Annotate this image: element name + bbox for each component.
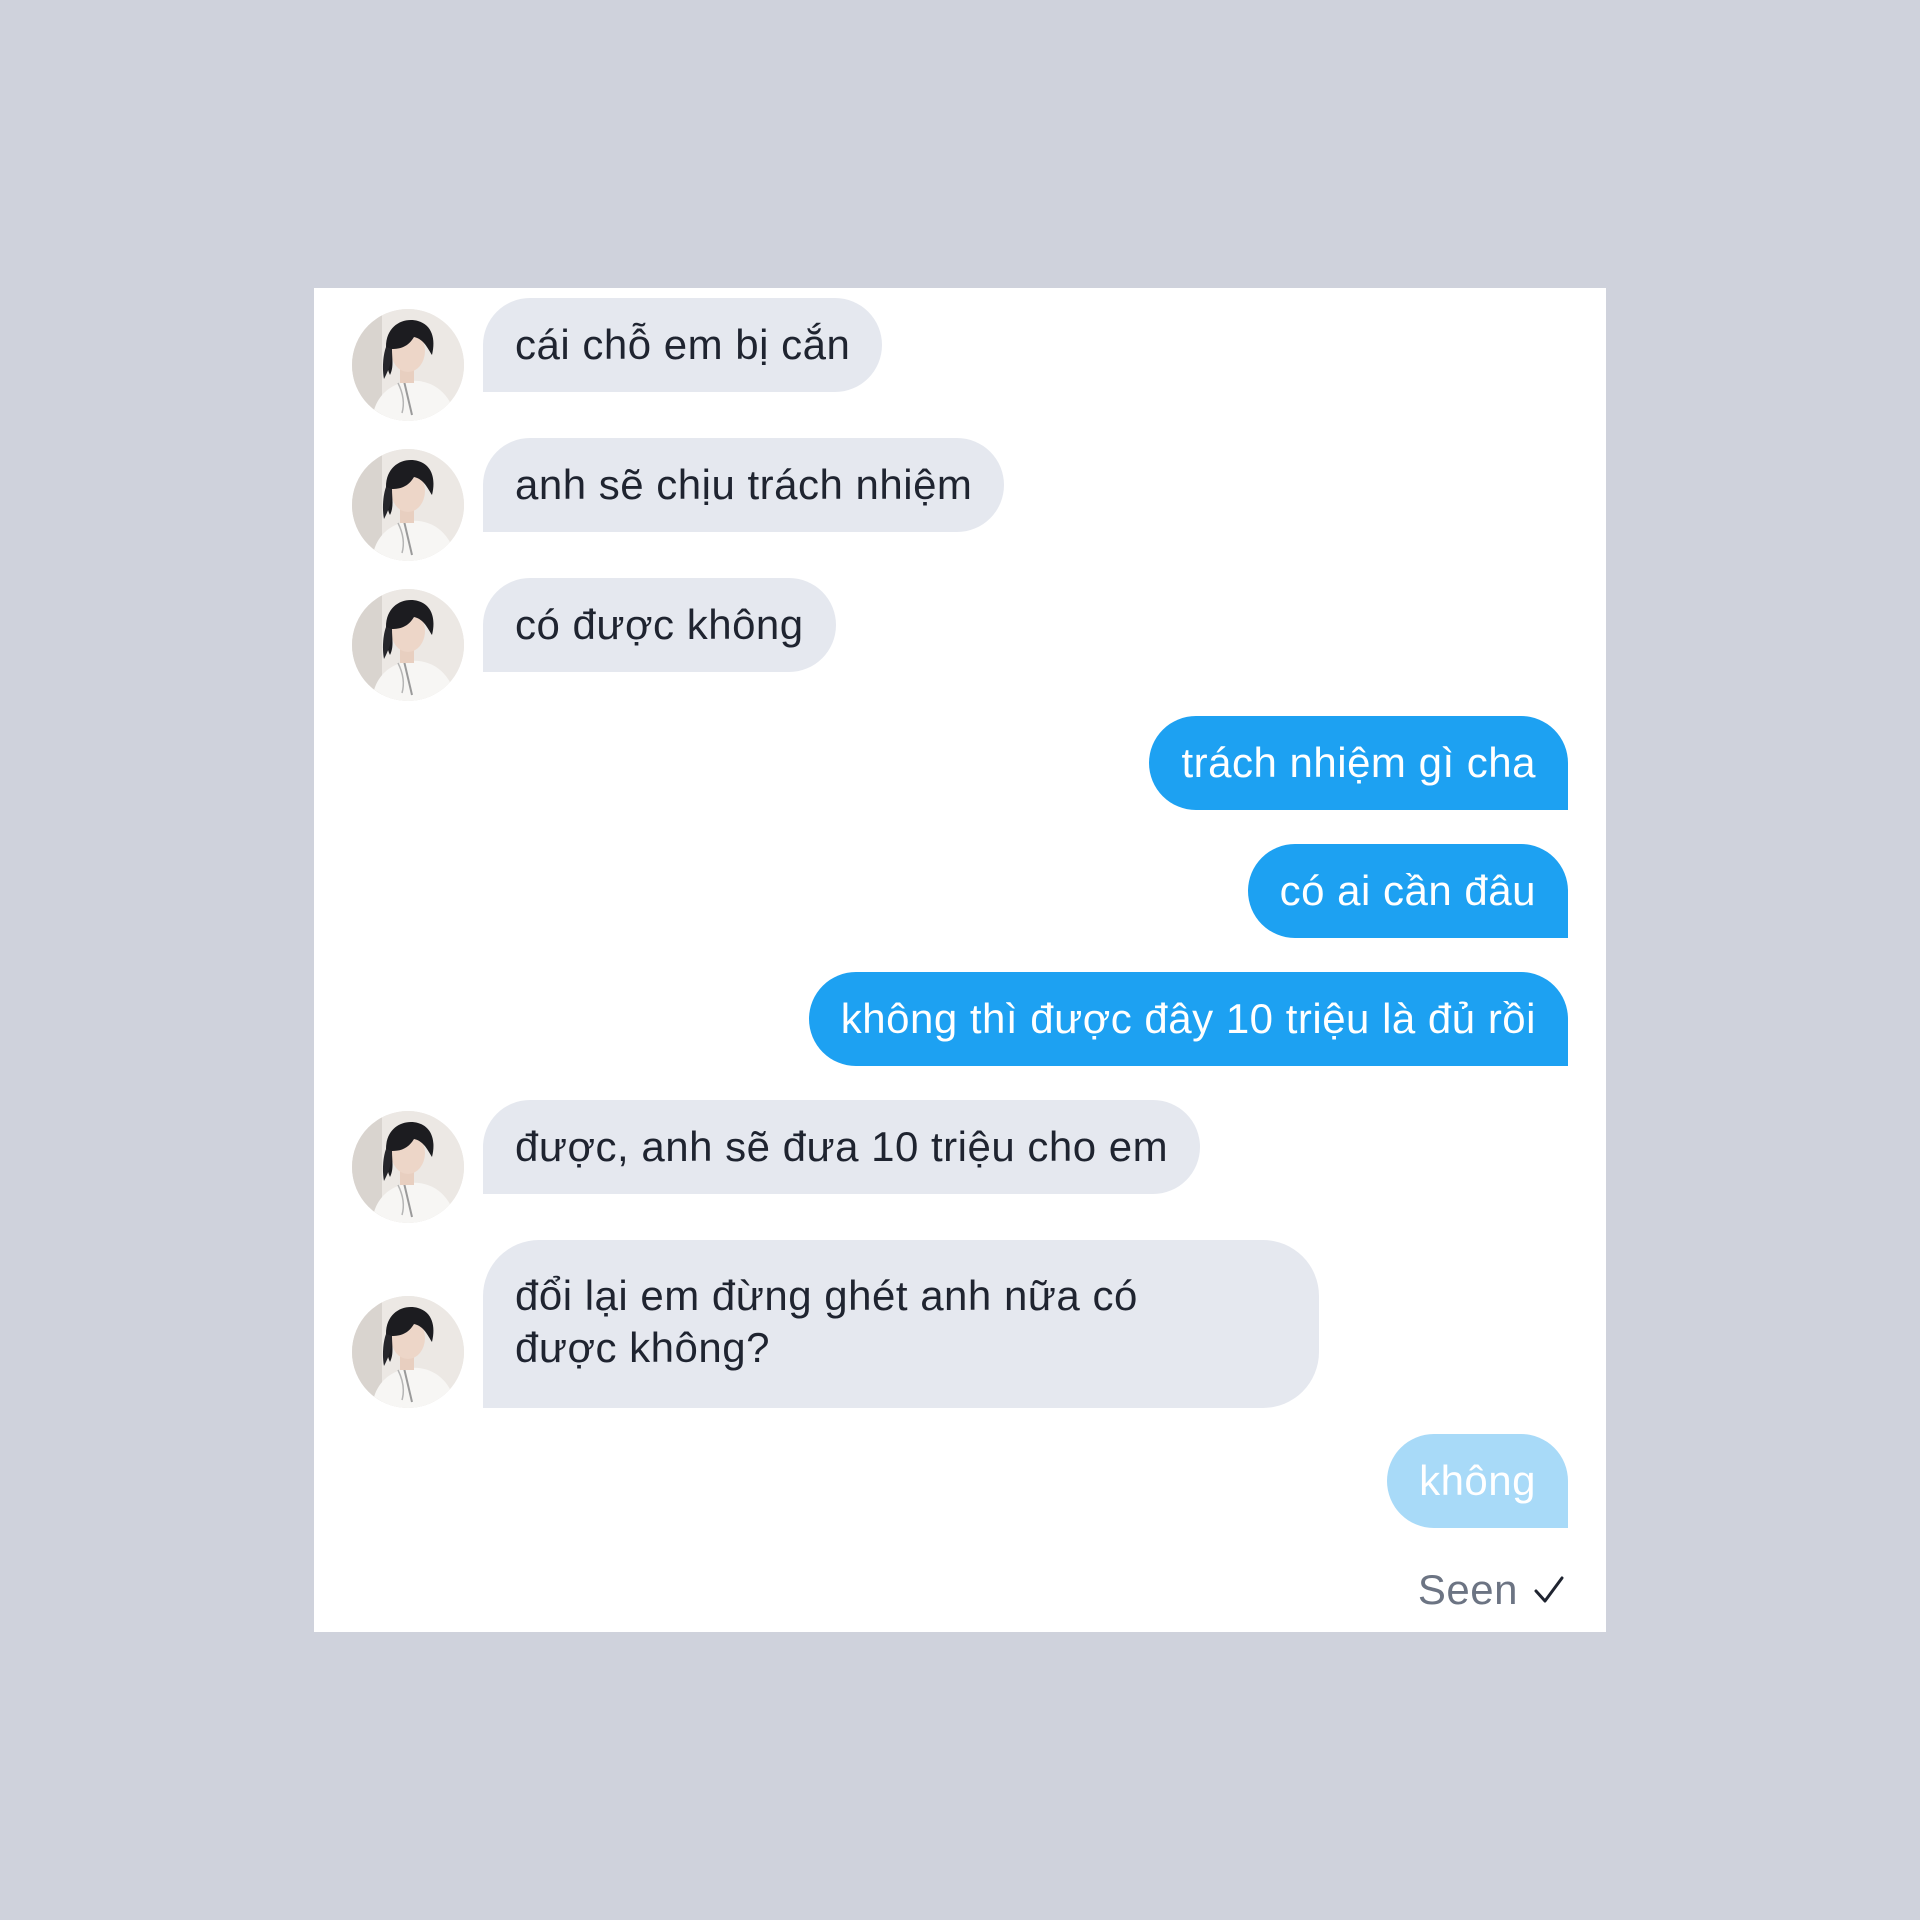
message-row-outgoing: không <box>314 1434 1606 1548</box>
message-row-incoming: có được không <box>314 578 1606 701</box>
message-text-line: được không? <box>515 1324 770 1371</box>
incoming-message-bubble[interactable]: cái chỗ em bị cắn <box>483 298 883 392</box>
message-row-outgoing: trách nhiệm gì cha <box>314 716 1606 830</box>
incoming-message-bubble[interactable]: đổi lại em đừng ghét anh nữa có được khô… <box>483 1240 1319 1408</box>
seen-status: Seen <box>1418 1564 1566 1616</box>
avatar[interactable] <box>352 1111 464 1223</box>
message-row-outgoing: có ai cần đâu <box>314 844 1606 958</box>
avatar[interactable] <box>352 589 464 701</box>
incoming-message-bubble[interactable]: có được không <box>483 578 836 672</box>
message-text-line: đổi lại em đừng ghét anh nữa có <box>515 1272 1138 1319</box>
outgoing-message-bubble-sending[interactable]: không <box>1387 1434 1568 1528</box>
message-row-incoming: anh sẽ chịu trách nhiệm <box>314 438 1606 561</box>
incoming-message-bubble[interactable]: được, anh sẽ đưa 10 triệu cho em <box>483 1100 1201 1194</box>
incoming-message-bubble[interactable]: anh sẽ chịu trách nhiệm <box>483 438 1005 532</box>
outgoing-message-bubble[interactable]: có ai cần đâu <box>1247 844 1568 938</box>
message-row-incoming: cái chỗ em bị cắn <box>314 298 1606 421</box>
profile-photo <box>352 309 464 421</box>
profile-photo <box>352 1296 464 1408</box>
profile-photo <box>352 589 464 701</box>
profile-photo <box>352 449 464 561</box>
message-row-incoming: đổi lại em đừng ghét anh nữa có được khô… <box>314 1240 1606 1410</box>
message-row-incoming: được, anh sẽ đưa 10 triệu cho em <box>314 1100 1606 1223</box>
chat-window: cái chỗ em bị cắn anh sẽ chịu trách nhiệ… <box>314 288 1606 1632</box>
checkmark-icon <box>1532 1573 1566 1607</box>
message-row-outgoing: không thì được đây 10 triệu là đủ rồi <box>314 972 1606 1086</box>
avatar[interactable] <box>352 309 464 421</box>
outgoing-message-bubble[interactable]: trách nhiệm gì cha <box>1149 716 1568 810</box>
avatar[interactable] <box>352 449 464 561</box>
avatar[interactable] <box>352 1296 464 1408</box>
profile-photo <box>352 1111 464 1223</box>
outgoing-message-bubble[interactable]: không thì được đây 10 triệu là đủ rồi <box>808 972 1568 1066</box>
seen-label: Seen <box>1417 1566 1518 1613</box>
